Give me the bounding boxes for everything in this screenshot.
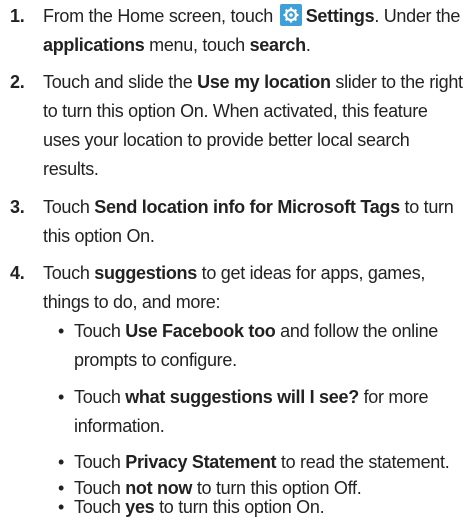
bullet-text: Touch xyxy=(74,387,126,407)
bullet-line: Touch what suggestions will I see? for m… xyxy=(74,383,429,412)
step-line: things to do, and more: xyxy=(43,292,221,312)
step-text: to turn xyxy=(399,197,454,217)
step-text: Touch xyxy=(43,197,95,217)
step-text: . Under the xyxy=(374,6,461,26)
step-line: Touch Send location info for Microsoft T… xyxy=(43,193,454,222)
suggestions-label: suggestions xyxy=(94,263,197,283)
step-line: this option On. xyxy=(43,226,155,246)
step-text: slider to the right xyxy=(330,72,463,92)
bullet-line: information. xyxy=(74,416,165,436)
bullet-text: and follow the online xyxy=(275,321,438,341)
step-line: Touch suggestions to get ideas for apps,… xyxy=(43,259,425,288)
bullet-dot: • xyxy=(58,321,65,341)
step-text: to get ideas for apps, games, xyxy=(196,263,426,283)
step-line: From the Home screen, touch Settings. Un… xyxy=(43,2,460,31)
step-text: Touch xyxy=(43,263,95,283)
bullet-line: Touch Privacy Statement to read the stat… xyxy=(74,448,450,477)
step-text: From the Home screen, touch xyxy=(43,6,278,26)
step-text: . xyxy=(305,35,311,55)
bullet-text: Touch xyxy=(74,452,126,472)
step-number: 2. xyxy=(10,72,25,92)
step-text: Touch and slide the xyxy=(43,72,198,92)
bullet-text: for more xyxy=(358,387,429,407)
instructions-page: 1. From the Home screen, touch Settings.… xyxy=(0,0,472,525)
step-line: applications menu, touch search. xyxy=(43,31,311,60)
bullet-text: Touch xyxy=(74,321,126,341)
search-label: search xyxy=(249,35,307,55)
bullet-bold: Privacy Statement xyxy=(125,452,277,472)
step-number: 3. xyxy=(10,197,25,217)
bullet-bold: what suggestions will I see? xyxy=(125,387,359,407)
bullet-text: Touch xyxy=(74,497,126,517)
step-line: uses your location to provide better loc… xyxy=(43,130,410,150)
step-number: 4. xyxy=(10,263,25,283)
step-line: to turn this option On. When activated, … xyxy=(43,101,428,121)
bullet-bold: not now xyxy=(125,478,193,498)
settings-label: Settings xyxy=(305,6,375,26)
step-number: 1. xyxy=(10,6,25,26)
step-line: results. xyxy=(43,159,99,179)
send-location-info-label: Send location info for Microsoft Tags xyxy=(94,197,400,217)
applications-label: applications xyxy=(43,35,145,55)
step-text: menu, touch xyxy=(144,35,250,55)
bullet-dot: • xyxy=(58,497,65,517)
bullet-text: to turn this option Off. xyxy=(192,478,362,498)
bullet-dot: • xyxy=(58,387,65,407)
bullet-line: Touch Use Facebook too and follow the on… xyxy=(74,317,438,346)
bullet-bold: yes xyxy=(125,497,155,517)
bullet-text: Touch xyxy=(74,478,126,498)
settings-gear-icon xyxy=(279,4,302,26)
bullet-line: prompts to configure. xyxy=(74,350,237,370)
bullet-line: Touch yes to turn this option On. xyxy=(74,496,325,518)
step-line: Touch and slide the Use my location slid… xyxy=(43,68,463,97)
bullet-text: to turn this option On. xyxy=(154,497,325,517)
use-my-location-label: Use my location xyxy=(197,72,331,92)
bullet-dot: • xyxy=(58,452,65,472)
bullet-bold: Use Facebook too xyxy=(125,321,276,341)
bullet-text: to read the statement. xyxy=(276,452,450,472)
